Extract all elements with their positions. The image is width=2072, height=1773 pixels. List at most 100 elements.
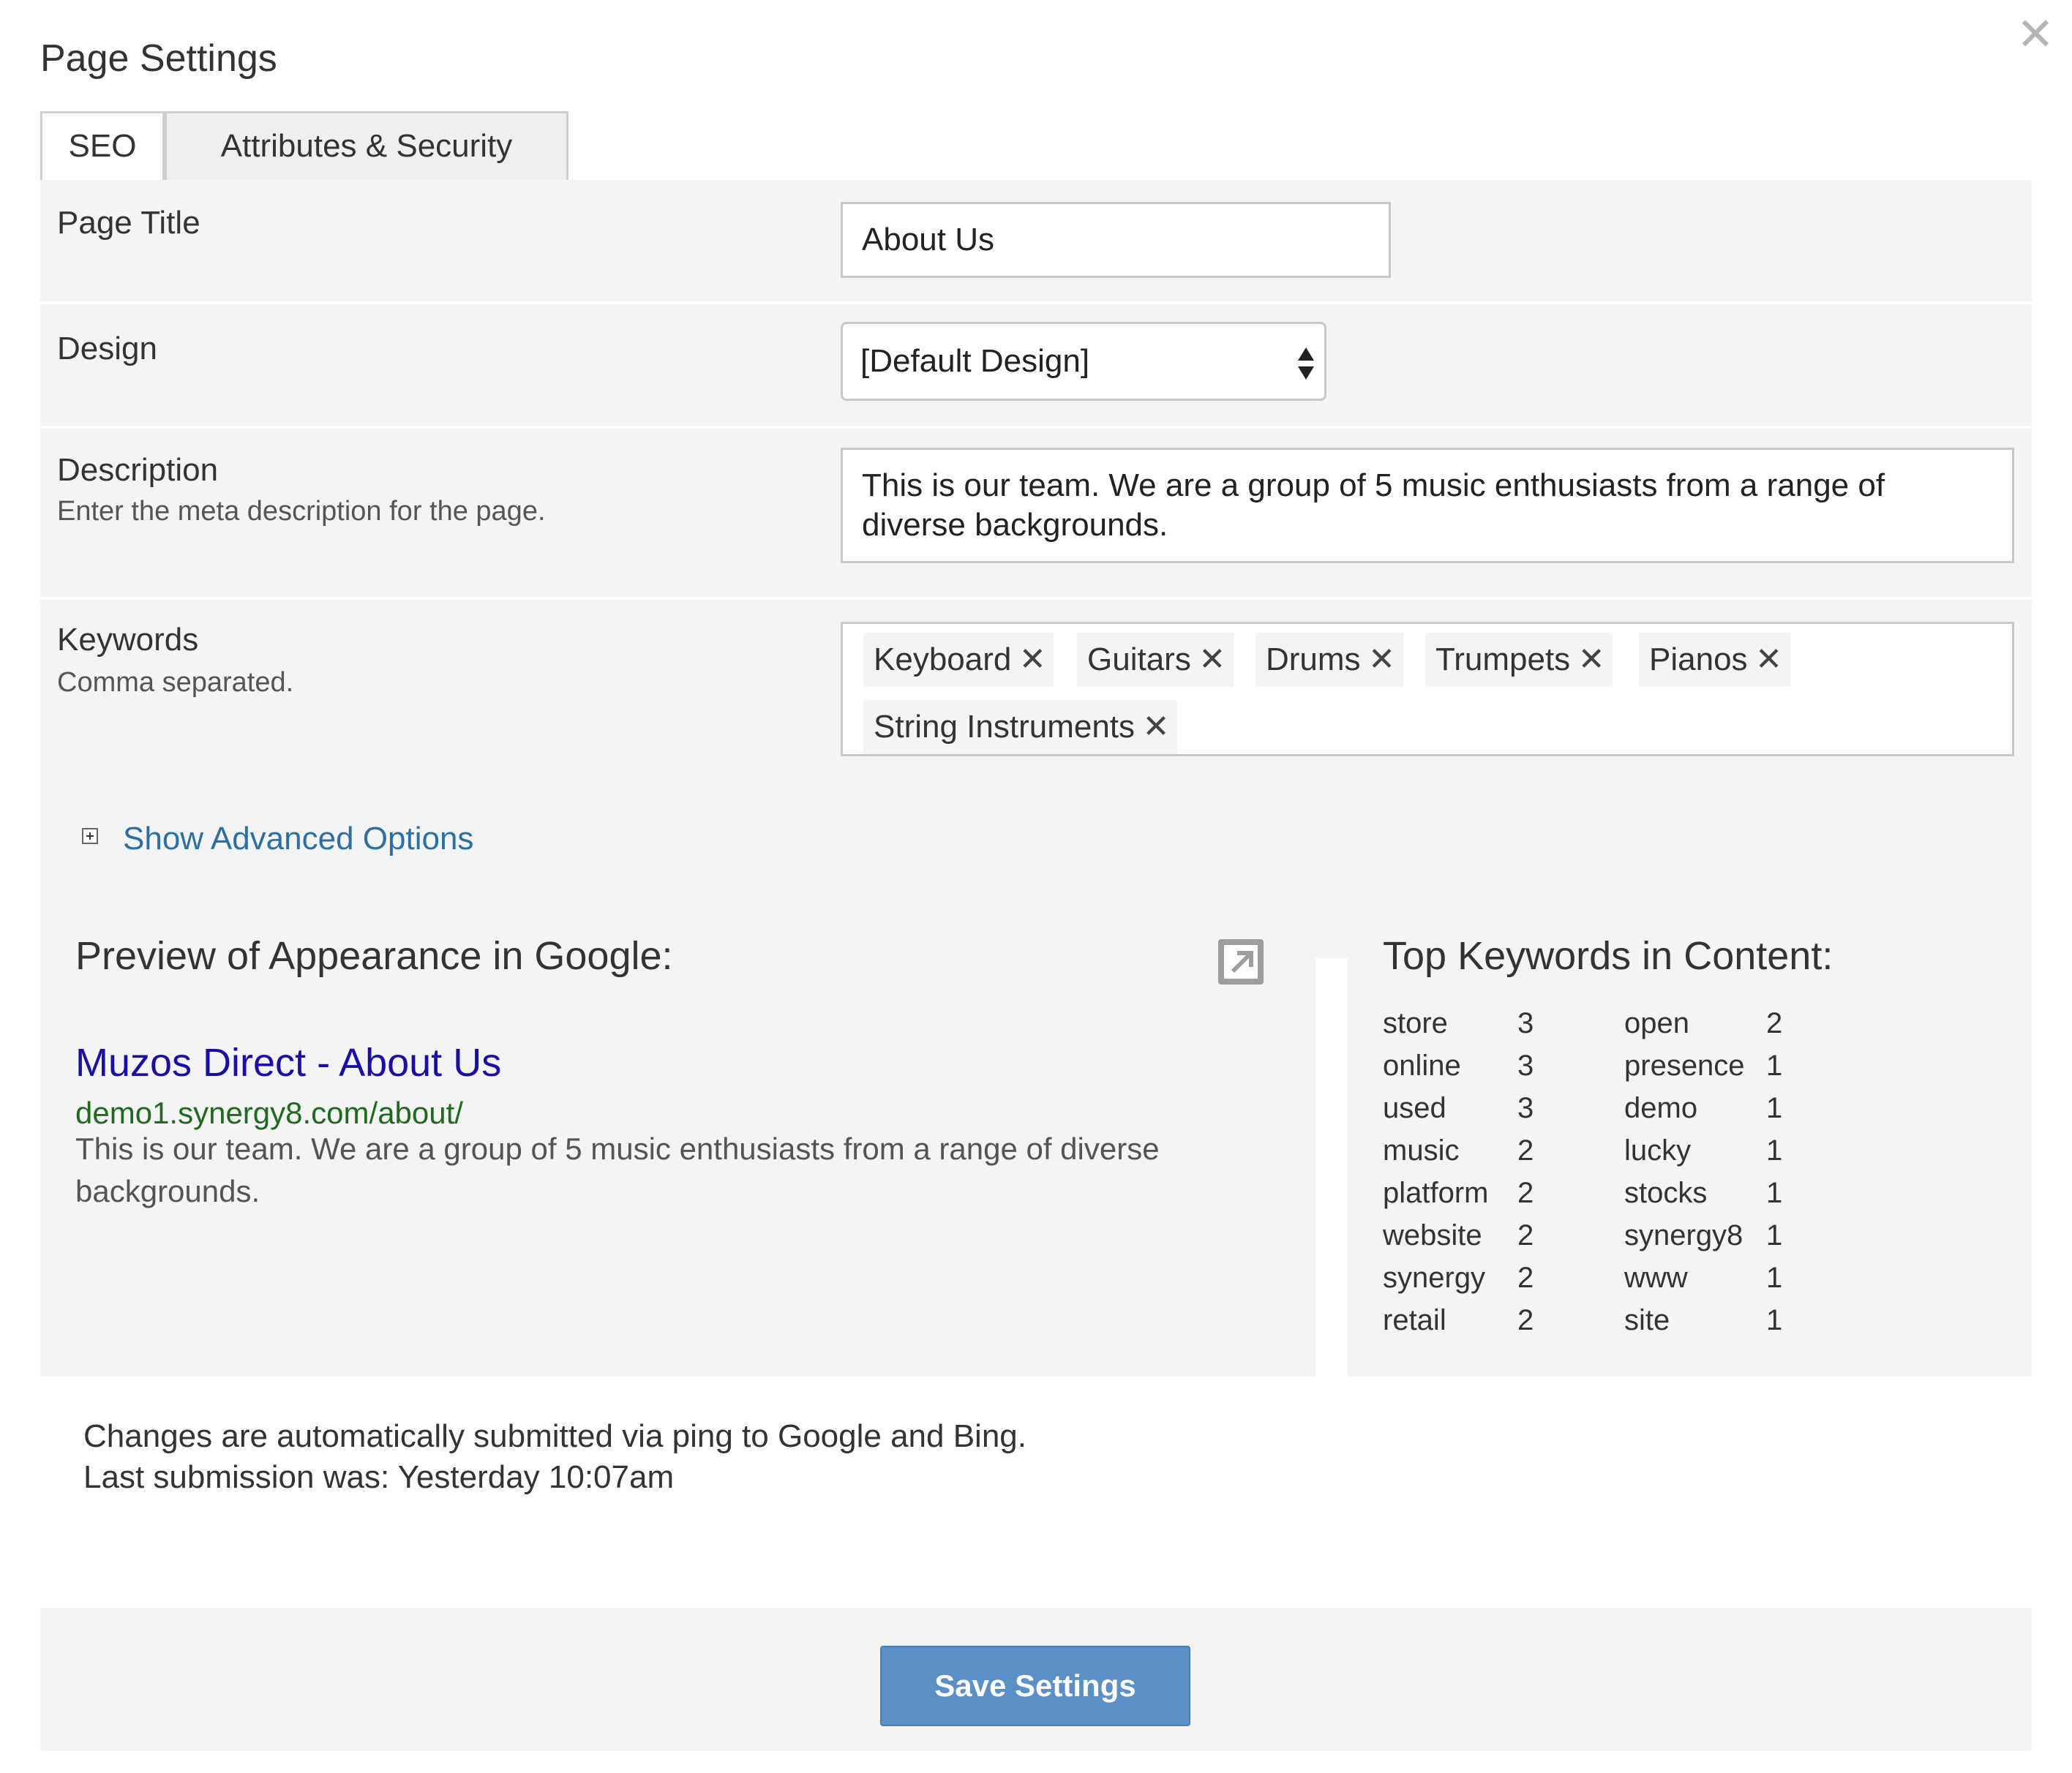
keyword-count: 2 xyxy=(1517,1262,1534,1294)
keyword-tag-label: Guitars xyxy=(1087,641,1191,677)
top-keywords-panel: Top Keywords in Content: store 3 online 3 us… xyxy=(1348,904,2032,1377)
description-row: Description Enter the meta description f… xyxy=(40,429,2032,597)
keyword-word: used xyxy=(1383,1092,1446,1124)
keyword-count: 2 xyxy=(1517,1219,1534,1251)
page-title-label: Page Title xyxy=(57,205,200,241)
keyword-word: website xyxy=(1383,1219,1482,1251)
keyword-count: 1 xyxy=(1766,1304,1783,1336)
show-advanced-options-label: Show Advanced Options xyxy=(123,821,474,857)
keyword-frequency-item: synergy 2 xyxy=(1383,1257,1573,1299)
remove-tag-icon[interactable]: ✕ xyxy=(1135,700,1177,754)
description-textarea[interactable]: This is our team. We are a group of 5 mu… xyxy=(841,448,2014,563)
tab-seo[interactable]: SEO xyxy=(40,111,165,180)
keyword-tag-label: Trumpets xyxy=(1435,641,1571,677)
keyword-word: stocks xyxy=(1624,1177,1708,1209)
keyword-count: 1 xyxy=(1766,1134,1783,1167)
keyword-count: 2 xyxy=(1766,1007,1783,1039)
google-result-url: demo1.synergy8.com/about/ xyxy=(75,1096,463,1130)
keyword-tag: Guitars ✕ xyxy=(1077,633,1234,687)
keyword-word: platform xyxy=(1383,1177,1489,1209)
page-title-input[interactable] xyxy=(841,202,1391,278)
keyword-word: synergy xyxy=(1383,1262,1486,1294)
keyword-count: 2 xyxy=(1517,1134,1534,1167)
design-row: Design [Default Design] xyxy=(40,304,2032,426)
google-result-title[interactable]: Muzos Direct - About Us xyxy=(75,1040,501,1085)
keyword-count: 3 xyxy=(1517,1050,1534,1082)
tab-attributes-security[interactable]: Attributes & Security xyxy=(165,111,568,180)
remove-tag-icon[interactable]: ✕ xyxy=(1361,633,1403,687)
page-settings-dialog: Page Settings ✕ SEO Attributes & Securit… xyxy=(0,0,2072,1773)
remove-tag-icon[interactable]: ✕ xyxy=(1748,633,1790,687)
google-preview-panel: Preview of Appearance in Google: Muzos D… xyxy=(40,904,1315,1377)
keyword-word: demo xyxy=(1624,1092,1698,1124)
keyword-count: 1 xyxy=(1766,1177,1783,1209)
google-result-description: This is our team. We are a group of 5 mu… xyxy=(75,1132,1160,1208)
description-label: Description xyxy=(57,452,219,488)
ping-info-text: Changes are automatically submitted via … xyxy=(83,1418,1026,1454)
keyword-word: lucky xyxy=(1624,1134,1692,1167)
design-label: Design xyxy=(57,331,157,366)
keyword-frequency-item: www 1 xyxy=(1624,1257,1814,1299)
keyword-count: 1 xyxy=(1766,1262,1783,1294)
keyword-frequency-item: synergy8 1 xyxy=(1624,1214,1814,1257)
keyword-frequency-item: open 2 xyxy=(1624,1002,1814,1044)
keyword-count: 1 xyxy=(1766,1219,1783,1251)
keyword-tag-label: Drums xyxy=(1266,641,1361,677)
keyword-tag: Pianos ✕ xyxy=(1639,633,1790,687)
keyword-frequency-item: online 3 xyxy=(1383,1044,1573,1087)
keyword-word: online xyxy=(1383,1050,1461,1082)
keyword-frequency-item: lucky 1 xyxy=(1624,1129,1814,1172)
expand-plus-icon xyxy=(82,828,98,844)
keyword-word: presence xyxy=(1624,1050,1745,1082)
keyword-count: 2 xyxy=(1517,1177,1534,1209)
keywords-label: Keywords xyxy=(57,622,199,658)
keyword-count: 2 xyxy=(1517,1304,1534,1336)
keyword-word: open xyxy=(1624,1007,1689,1039)
keyword-tag-label: Pianos xyxy=(1649,641,1748,677)
close-icon[interactable]: ✕ xyxy=(2013,12,2057,58)
keyword-word: www xyxy=(1624,1262,1688,1294)
google-preview-heading: Preview of Appearance in Google: xyxy=(75,934,673,978)
keyword-tag: Trumpets ✕ xyxy=(1425,633,1613,687)
save-settings-button[interactable]: Save Settings xyxy=(880,1646,1190,1726)
keyword-frequency-item: used 3 xyxy=(1383,1087,1573,1129)
keyword-tag: Keyboard ✕ xyxy=(863,633,1054,687)
keyword-frequency-item: presence 1 xyxy=(1624,1044,1814,1087)
keyword-word: music xyxy=(1383,1134,1460,1167)
keyword-word: synergy8 xyxy=(1624,1219,1743,1251)
keyword-count: 3 xyxy=(1517,1007,1534,1039)
design-selected-value: [Default Design] xyxy=(860,343,1090,379)
last-submission-text: Last submission was: Yesterday 10:07am xyxy=(83,1459,675,1495)
keyword-word: retail xyxy=(1383,1304,1446,1336)
ping-status: Changes are automatically submitted via … xyxy=(83,1416,1026,1498)
remove-tag-icon[interactable]: ✕ xyxy=(1011,633,1054,687)
page-title-row: Page Title xyxy=(40,180,2032,301)
keywords-tag-input[interactable]: Keyboard ✕ Guitars ✕ Drums ✕ Trumpets ✕ Pian… xyxy=(841,622,2014,756)
keyword-frequency-item: stocks 1 xyxy=(1624,1172,1814,1214)
keyword-frequency-item: retail 2 xyxy=(1383,1299,1573,1341)
remove-tag-icon[interactable]: ✕ xyxy=(1191,633,1234,687)
select-arrows-icon xyxy=(1298,347,1314,380)
keyword-frequency-item: music 2 xyxy=(1383,1129,1573,1172)
keyword-tag-label: Keyboard xyxy=(874,641,1012,677)
keyword-frequency-item: site 1 xyxy=(1624,1299,1814,1341)
keywords-help: Comma separated. xyxy=(57,667,294,698)
keyword-count: 3 xyxy=(1517,1092,1534,1124)
popout-icon[interactable] xyxy=(1218,939,1264,985)
top-keywords-heading: Top Keywords in Content: xyxy=(1383,934,1833,978)
keyword-frequency-item: demo 1 xyxy=(1624,1087,1814,1129)
keyword-tag: Drums ✕ xyxy=(1255,633,1403,687)
keyword-frequency-item: store 3 xyxy=(1383,1002,1573,1044)
keyword-frequency-item: platform 2 xyxy=(1383,1172,1573,1214)
remove-tag-icon[interactable]: ✕ xyxy=(1570,633,1613,687)
dialog-title: Page Settings xyxy=(40,37,277,80)
keyword-word: site xyxy=(1624,1304,1670,1336)
dialog-footer: Save Settings xyxy=(40,1608,2032,1751)
keyword-tag-label: String Instruments xyxy=(874,709,1136,745)
description-help: Enter the meta description for the page. xyxy=(57,496,546,527)
keyword-tag: String Instruments ✕ xyxy=(863,700,1178,754)
keyword-count: 1 xyxy=(1766,1050,1783,1082)
design-select[interactable]: [Default Design] xyxy=(841,322,1326,401)
keyword-count: 1 xyxy=(1766,1092,1783,1124)
keyword-word: store xyxy=(1383,1007,1448,1039)
